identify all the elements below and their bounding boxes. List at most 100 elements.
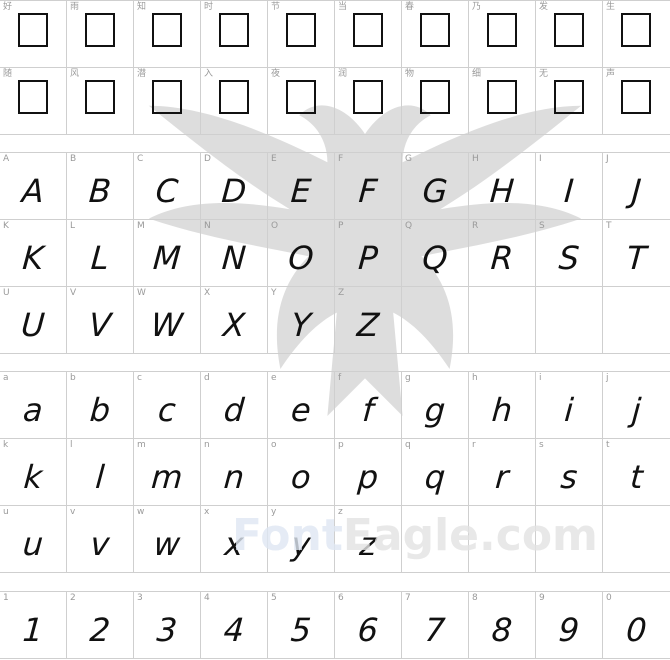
- glyph-sample: K: [21, 239, 45, 277]
- glyph-cell: 入: [201, 68, 268, 135]
- glyph-cell: VV: [67, 287, 134, 354]
- glyph-cell: 77: [402, 592, 469, 659]
- glyph-sample: F: [357, 172, 379, 210]
- lowercase-section: aabbccddeeffgghhiijjkkllmmnnooppqqrrsstt…: [0, 371, 670, 573]
- glyph-label: l: [70, 440, 73, 450]
- glyph-label: G: [405, 154, 412, 164]
- glyph-label: u: [3, 507, 9, 517]
- glyph-label: 声: [606, 69, 616, 79]
- glyph-sample: J: [630, 172, 643, 210]
- glyph-cell: 声: [603, 68, 670, 135]
- glyph-cell: 当: [335, 1, 402, 68]
- glyph-cell: [536, 506, 603, 573]
- glyph-cell: 66: [335, 592, 402, 659]
- glyph-cell: [402, 287, 469, 354]
- glyph-cell: 潜: [134, 68, 201, 135]
- glyph-cell: 无: [536, 68, 603, 135]
- glyph-label: V: [70, 288, 77, 298]
- glyph-sample: r: [494, 458, 510, 496]
- glyph-label: 无: [539, 69, 549, 79]
- glyph-label: Z: [338, 288, 345, 298]
- glyph-sample: D: [220, 172, 248, 210]
- glyph-label: 5: [271, 593, 277, 603]
- glyph-label: c: [137, 373, 142, 383]
- glyph-cell: 随: [0, 68, 67, 135]
- glyph-sample: v: [89, 525, 111, 563]
- glyph-label: O: [271, 221, 279, 231]
- glyph-label: t: [606, 440, 610, 450]
- glyph-cell: aa: [0, 372, 67, 439]
- glyph-cell: 55: [268, 592, 335, 659]
- glyph-label: 4: [204, 593, 210, 603]
- glyph-sample: a: [21, 391, 45, 429]
- glyph-sample: w: [152, 525, 182, 563]
- glyph-cell: ii: [536, 372, 603, 439]
- glyph-sample: 9: [557, 611, 581, 649]
- missing-glyph-box-icon: [152, 13, 182, 47]
- glyph-label: 6: [338, 593, 344, 603]
- glyph-cell: BB: [67, 153, 134, 220]
- glyph-sample: e: [289, 391, 313, 429]
- glyph-sample: Q: [421, 239, 449, 277]
- glyph-sample: 6: [356, 611, 380, 649]
- glyph-label: 知: [137, 2, 147, 12]
- glyph-label: g: [405, 373, 411, 383]
- missing-glyph-box-icon: [18, 80, 48, 114]
- glyph-label: a: [3, 373, 9, 383]
- glyph-label: q: [405, 440, 411, 450]
- glyph-cell: 生: [603, 1, 670, 68]
- glyph-cell: [402, 506, 469, 573]
- glyph-cell: DD: [201, 153, 268, 220]
- glyph-cell: II: [536, 153, 603, 220]
- glyph-cell: nn: [201, 439, 268, 506]
- glyph-cell: 88: [469, 592, 536, 659]
- glyph-cell: [469, 287, 536, 354]
- glyph-cell: ss: [536, 439, 603, 506]
- glyph-cell: LL: [67, 220, 134, 287]
- glyph-sample: G: [421, 172, 449, 210]
- glyph-cell: [536, 287, 603, 354]
- glyph-sample: m: [150, 458, 184, 496]
- glyph-cell: YY: [268, 287, 335, 354]
- glyph-label: w: [137, 507, 145, 517]
- missing-glyph-box-icon: [420, 80, 450, 114]
- missing-glyph-box-icon: [420, 13, 450, 47]
- glyph-sample: Y: [289, 306, 313, 344]
- glyph-sample: V: [87, 306, 113, 344]
- missing-glyph-box-icon: [487, 80, 517, 114]
- glyph-label: N: [204, 221, 211, 231]
- glyph-cell: 11: [0, 592, 67, 659]
- glyph-label: B: [70, 154, 77, 164]
- glyph-label: J: [606, 154, 609, 164]
- glyph-label: 8: [472, 593, 478, 603]
- glyph-cell: ll: [67, 439, 134, 506]
- glyph-sample: i: [563, 391, 575, 429]
- glyph-cell: qq: [402, 439, 469, 506]
- digits-grid: 11223344556677889900: [0, 592, 670, 659]
- glyph-sample: 3: [155, 611, 179, 649]
- glyph-sample: l: [94, 458, 106, 496]
- glyph-cell: 春: [402, 1, 469, 68]
- glyph-label: 2: [70, 593, 76, 603]
- glyph-label: 1: [3, 593, 9, 603]
- glyph-label: 物: [405, 69, 415, 79]
- font-preview-sheet: 好雨知时节当春乃发生随风潜入夜润物细无声 AABBCCDDEEFFGGHHIIJ…: [0, 0, 670, 660]
- glyph-sample: x: [223, 525, 245, 563]
- missing-glyph-box-icon: [621, 13, 651, 47]
- glyph-cell: 00: [603, 592, 670, 659]
- glyph-sample: 5: [289, 611, 313, 649]
- glyph-sample: L: [89, 239, 111, 277]
- glyph-label: 雨: [70, 2, 80, 12]
- glyph-cell: QQ: [402, 220, 469, 287]
- glyph-label: L: [70, 221, 76, 231]
- glyph-label: Y: [271, 288, 277, 298]
- glyph-cell: 物: [402, 68, 469, 135]
- glyph-cell: 发: [536, 1, 603, 68]
- glyph-sample: P: [357, 239, 379, 277]
- missing-glyph-box-icon: [554, 13, 584, 47]
- glyph-sample: T: [625, 239, 648, 277]
- glyph-label: 时: [204, 2, 214, 12]
- glyph-label: P: [338, 221, 344, 231]
- glyph-label: 9: [539, 593, 545, 603]
- glyph-label: H: [472, 154, 479, 164]
